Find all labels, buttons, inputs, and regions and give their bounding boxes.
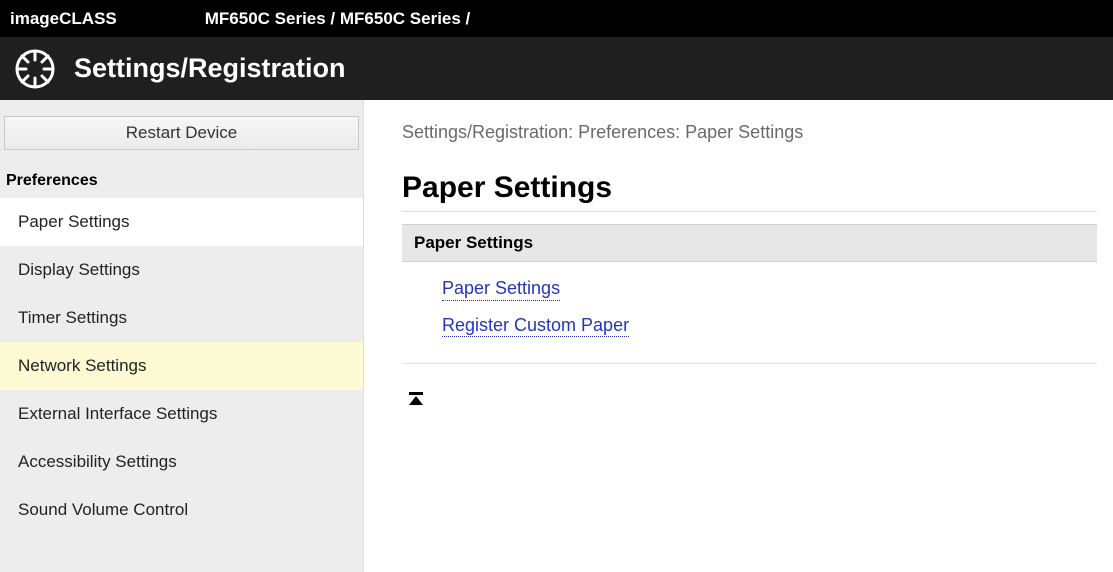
sidebar-item-display-settings[interactable]: Display Settings [0,246,363,294]
link-register-custom-paper[interactable]: Register Custom Paper [442,315,629,338]
restart-device-button[interactable]: Restart Device [4,116,359,150]
sidebar-item-external-interface[interactable]: External Interface Settings [0,390,363,438]
sidebar: Restart Device Preferences Paper Setting… [0,100,364,572]
panel-body: Paper Settings Register Custom Paper [402,262,1097,364]
settings-icon [14,48,56,90]
page-section-title: Settings/Registration [74,53,346,84]
title-bar: Settings/Registration [0,37,1113,100]
link-paper-settings[interactable]: Paper Settings [442,278,560,301]
sidebar-item-network-settings[interactable]: Network Settings [0,342,363,390]
sidebar-section-label: Preferences [0,166,363,198]
sidebar-item-accessibility[interactable]: Accessibility Settings [0,438,363,486]
breadcrumb: Settings/Registration: Preferences: Pape… [402,122,1097,143]
back-to-top-icon[interactable] [408,392,424,405]
sidebar-item-timer-settings[interactable]: Timer Settings [0,294,363,342]
model-line: MF650C Series / MF650C Series / [205,9,471,29]
sidebar-item-paper-settings[interactable]: Paper Settings [0,198,363,246]
panel-header: Paper Settings [402,224,1097,262]
sidebar-item-sound-volume[interactable]: Sound Volume Control [0,486,363,534]
brand-label: imageCLASS [10,9,117,29]
main-panel: Settings/Registration: Preferences: Pape… [364,100,1113,572]
content: Restart Device Preferences Paper Setting… [0,100,1113,572]
page-title: Paper Settings [402,171,1097,212]
top-bar: imageCLASS MF650C Series / MF650C Series… [0,0,1113,37]
